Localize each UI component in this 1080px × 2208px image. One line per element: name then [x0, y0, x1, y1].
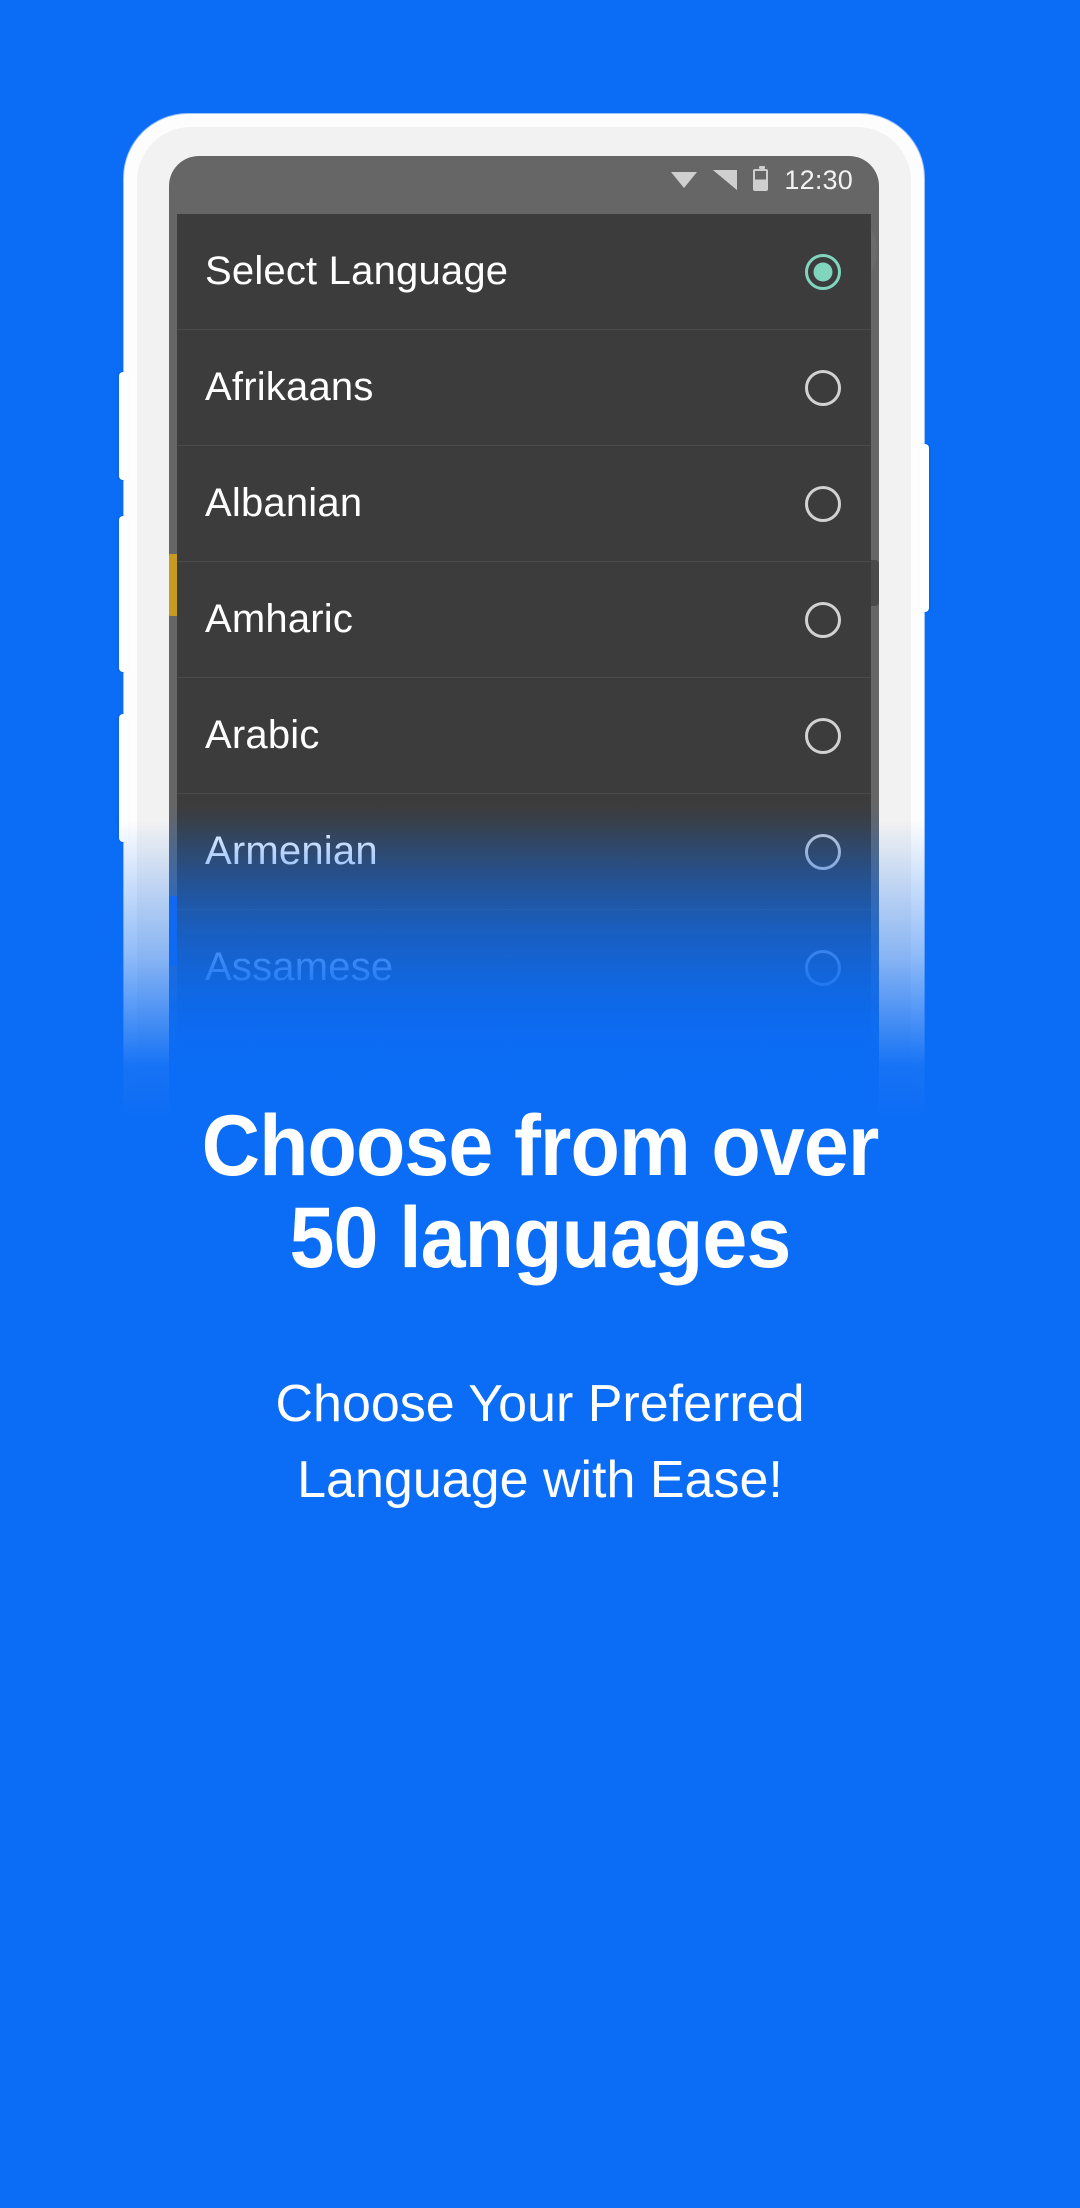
language-label: Armenian — [205, 829, 378, 873]
phone-frame: 12:30 Select Language Afrikaans Albanian — [104, 114, 944, 1120]
phone-mockup: 12:30 Select Language Afrikaans Albanian — [104, 114, 944, 1120]
language-label: Afrikaans — [205, 365, 374, 409]
radio-button[interactable] — [805, 485, 841, 522]
status-bar: 12:30 — [169, 156, 879, 204]
wifi-icon — [671, 170, 698, 190]
language-selection-list[interactable]: Select Language Afrikaans Albanian Amhar… — [177, 214, 871, 1114]
language-row-armenian[interactable]: Armenian — [177, 794, 871, 910]
radio-button-selected[interactable] — [805, 253, 841, 290]
battery-icon — [753, 166, 769, 191]
language-label: Amharic — [205, 597, 354, 641]
language-row-albanian[interactable]: Albanian — [177, 446, 871, 562]
power-button[interactable] — [920, 444, 929, 612]
promo-copy: Choose from over 50 languages Choose You… — [0, 1100, 1080, 1518]
mute-switch-button[interactable] — [119, 714, 128, 842]
radio-button[interactable] — [805, 833, 841, 870]
promo-subheadline: Choose Your Preferred Language with Ease… — [0, 1366, 1080, 1518]
language-row-amharic[interactable]: Amharic — [177, 562, 871, 678]
phone-screen: 12:30 Select Language Afrikaans Albanian — [169, 156, 879, 1114]
volume-up-button[interactable] — [119, 372, 128, 480]
language-label: Assamese — [205, 945, 394, 989]
radio-button[interactable] — [805, 949, 841, 986]
language-label: Arabic — [205, 713, 320, 757]
promo-subheadline-line-2: Language with Ease! — [297, 1451, 783, 1509]
status-bar-icons — [671, 166, 769, 191]
promo-subheadline-line-1: Choose Your Preferred — [275, 1375, 805, 1433]
language-label: Albanian — [205, 481, 363, 525]
radio-button[interactable] — [805, 1065, 841, 1102]
cellular-signal-icon — [713, 170, 738, 190]
radio-button[interactable] — [805, 369, 841, 406]
language-row-afrikaans[interactable]: Afrikaans — [177, 330, 871, 446]
language-row-select-language[interactable]: Select Language — [177, 214, 871, 330]
language-row-arabic[interactable]: Arabic — [177, 678, 871, 794]
promo-headline: Choose from over 50 languages — [32, 1100, 1047, 1284]
radio-button[interactable] — [805, 601, 841, 638]
volume-down-button[interactable] — [119, 516, 128, 672]
promo-headline-line-1: Choose from over — [201, 1098, 880, 1194]
status-bar-clock: 12:30 — [784, 164, 853, 195]
radio-button[interactable] — [805, 717, 841, 754]
language-row-assamese[interactable]: Assamese — [177, 910, 871, 1026]
promo-headline-line-2: 50 languages — [289, 1190, 792, 1286]
language-label: Select Language — [205, 249, 509, 293]
